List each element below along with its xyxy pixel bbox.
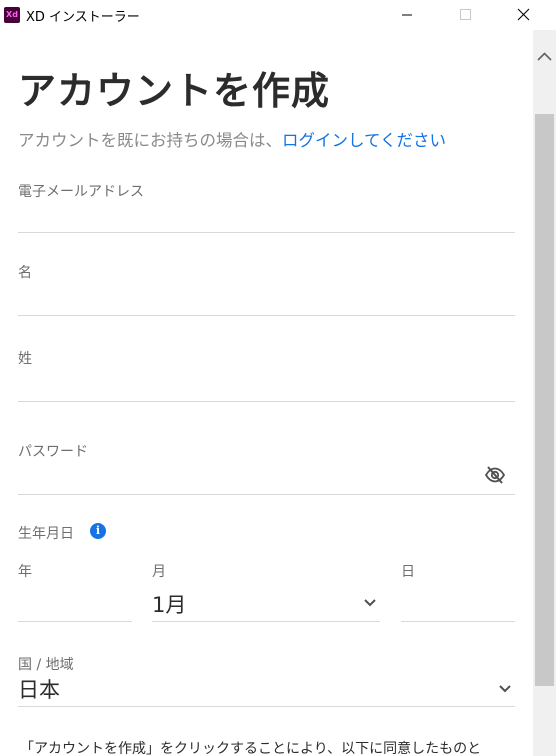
minimize-button[interactable] <box>384 0 430 30</box>
last-name-field[interactable] <box>18 371 515 399</box>
scroll-thumb[interactable] <box>535 114 554 686</box>
password-visibility-toggle[interactable] <box>484 464 506 486</box>
country-label: 国 / 地域 <box>18 657 74 673</box>
month-label: 月 <box>152 564 166 580</box>
year-underline <box>18 621 132 622</box>
xd-app-icon: Xd <box>4 7 20 23</box>
chevron-down-icon[interactable] <box>363 598 377 608</box>
maximize-icon <box>460 9 471 20</box>
minimize-icon <box>402 14 412 16</box>
close-button[interactable] <box>500 0 546 30</box>
birthdate-label: 生年月日 <box>18 526 74 542</box>
email-field[interactable] <box>18 203 515 231</box>
last-name-label: 姓 <box>18 351 32 367</box>
info-icon[interactable]: i <box>90 523 106 539</box>
login-prompt: アカウントを既にお持ちの場合は、ログインしてください <box>18 127 446 151</box>
day-underline <box>401 621 515 622</box>
maximize-button[interactable] <box>442 0 488 30</box>
email-underline <box>18 232 515 233</box>
password-field[interactable] <box>18 464 478 492</box>
login-link[interactable]: ログインしてください <box>282 131 446 150</box>
window-title: XD インストーラー <box>26 10 140 25</box>
month-underline <box>152 621 380 622</box>
close-icon <box>517 8 530 21</box>
signup-form: アカウントを作成 アカウントを既にお持ちの場合は、ログインしてください 電子メー… <box>0 30 533 756</box>
day-field[interactable] <box>401 590 515 618</box>
month-select[interactable]: 1月 <box>152 589 186 619</box>
login-prompt-text: アカウントを既にお持ちの場合は、 <box>18 131 282 150</box>
first-name-field[interactable] <box>18 285 515 313</box>
window-titlebar: Xd XD インストーラー <box>0 0 556 30</box>
page-title: アカウントを作成 <box>18 69 331 113</box>
first-name-underline <box>18 315 515 316</box>
scroll-up-button[interactable] <box>533 46 556 68</box>
vertical-scrollbar[interactable] <box>533 30 556 756</box>
year-field[interactable] <box>18 590 132 618</box>
password-underline <box>18 494 515 495</box>
password-label: パスワード <box>18 444 88 460</box>
country-select[interactable]: 日本 <box>18 674 60 704</box>
chevron-down-icon[interactable] <box>498 684 512 694</box>
country-underline <box>18 706 515 707</box>
last-name-underline <box>18 401 515 402</box>
day-label: 日 <box>401 564 415 580</box>
chevron-up-icon <box>537 52 552 61</box>
email-label: 電子メールアドレス <box>18 184 144 200</box>
year-label: 年 <box>18 564 32 580</box>
terms-text: 「アカウントを作成」をクリックすることにより、以下に同意したものと <box>20 741 482 756</box>
first-name-label: 名 <box>18 265 32 281</box>
eye-off-icon <box>484 466 506 484</box>
